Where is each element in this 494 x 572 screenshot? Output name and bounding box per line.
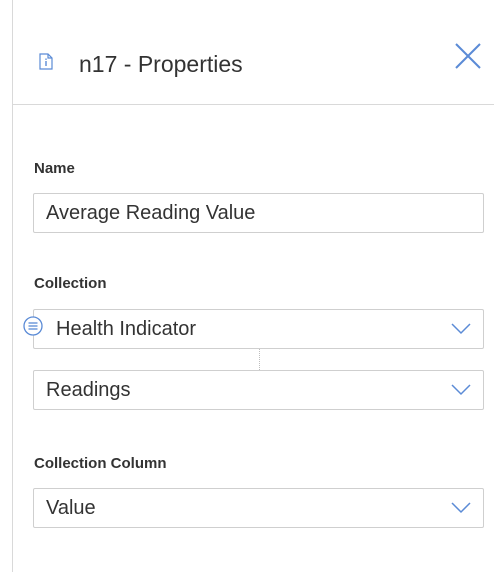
collection-secondary-select[interactable]: Readings: [33, 370, 484, 410]
collection-primary-value: Health Indicator: [56, 318, 197, 340]
collection-column-select[interactable]: Value: [33, 488, 484, 528]
collection-connector: [259, 349, 260, 370]
close-button[interactable]: [453, 41, 483, 71]
info-document-icon: [39, 53, 53, 70]
collection-primary-select[interactable]: Health Indicator: [33, 309, 484, 349]
collection-secondary-value: Readings: [46, 379, 131, 401]
collection-label: Collection: [34, 275, 107, 292]
close-icon: [455, 43, 481, 69]
chevron-down-icon: [451, 322, 471, 335]
chevron-down-icon: [451, 383, 471, 396]
name-label: Name: [34, 160, 75, 177]
properties-panel: n17 - Properties Name Average Reading Va…: [12, 0, 494, 572]
chevron-down-icon: [451, 501, 471, 514]
panel-header: n17 - Properties: [13, 0, 494, 105]
panel-title: n17 - Properties: [79, 51, 243, 77]
collection-column-value: Value: [46, 497, 96, 519]
list-icon: [23, 316, 43, 336]
name-input[interactable]: Average Reading Value: [33, 193, 484, 233]
collection-column-label: Collection Column: [34, 455, 167, 472]
